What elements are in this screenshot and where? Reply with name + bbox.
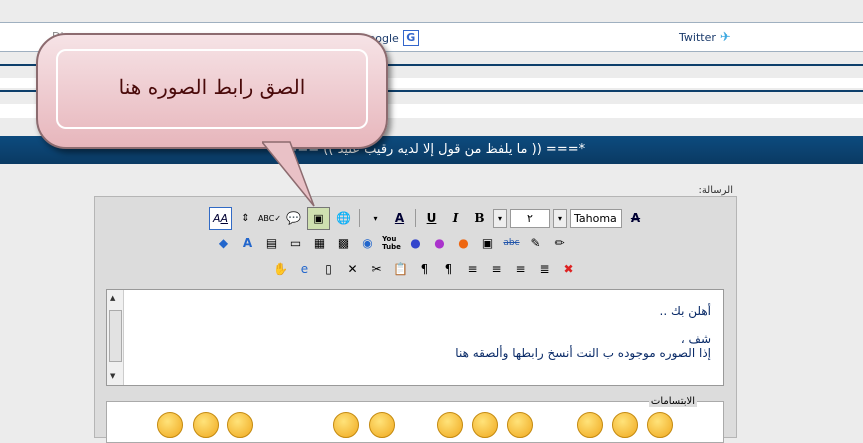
flash-purple-icon[interactable]: ●	[429, 233, 450, 254]
google-icon: G	[402, 30, 419, 46]
toolbar-row-1: AA ⇕ ABC✓ 💬 ▣ 🌐 ▾ A U I B ▾ ٢ ▾ Tahoma A	[209, 206, 646, 230]
align-center-icon[interactable]: ≡	[486, 259, 507, 280]
smiley-icon[interactable]	[157, 412, 183, 438]
flash-orange-icon[interactable]: ●	[453, 233, 474, 254]
toolbar-separator	[359, 209, 360, 227]
toolbar-separator	[415, 209, 416, 227]
rtl-icon[interactable]: ¶	[438, 259, 459, 280]
flash-blue-icon[interactable]: ●	[405, 233, 426, 254]
youtube-icon[interactable]: You Tube	[381, 233, 402, 254]
cut-icon[interactable]: ✂	[366, 259, 387, 280]
message-text: أهلن بك .. شف ، إذا الصوره موجوده ب النت…	[455, 304, 711, 360]
media-icon[interactable]: ▩	[333, 233, 354, 254]
scroll-up-icon[interactable]: ▲	[110, 294, 115, 302]
twitter-icon: ✈	[719, 30, 731, 45]
smiley-icon[interactable]	[193, 412, 219, 438]
strikethrough-icon[interactable]: abc	[501, 233, 522, 254]
smiley-icon[interactable]	[472, 412, 498, 438]
unlink-icon[interactable]: ✕	[342, 259, 363, 280]
smiley-icon[interactable]	[369, 412, 395, 438]
smilies-label: الابتسامات	[648, 396, 697, 407]
textarea-scrollbar[interactable]: ▲ ▼	[107, 290, 124, 385]
toolbar-row-2: ◆ A ▤ ▭ ▦ ▩ ◉ You Tube ● ● ● ▣ abc ✎ ✏	[213, 232, 570, 254]
bold-icon[interactable]: B	[469, 208, 490, 229]
message-line: شف ،	[680, 332, 711, 346]
smiley-icon[interactable]	[507, 412, 533, 438]
smiley-icon[interactable]	[577, 412, 603, 438]
message-line: أهلن بك ..	[659, 304, 711, 318]
smiley-icon[interactable]	[437, 412, 463, 438]
font-dropdown-arrow[interactable]: ▾	[553, 208, 567, 228]
text-color-icon[interactable]: A	[389, 208, 410, 229]
italic-icon[interactable]: I	[445, 208, 466, 229]
web-link-icon[interactable]: e	[294, 259, 315, 280]
code-icon[interactable]: ▤	[261, 233, 282, 254]
html-icon[interactable]: ▭	[285, 233, 306, 254]
message-textarea[interactable]: ▲ ▼ أهلن بك .. شف ، إذا الصوره موجوده ب …	[106, 289, 724, 386]
font-select[interactable]: Tahoma	[570, 208, 622, 228]
smilies-box: الابتسامات	[106, 396, 724, 443]
smiley-icon[interactable]	[333, 412, 359, 438]
size-select[interactable]: ٢	[510, 208, 550, 228]
smiley-icon[interactable]	[647, 412, 673, 438]
scroll-thumb[interactable]	[109, 310, 122, 362]
picture-frame-icon[interactable]: ▣	[477, 233, 498, 254]
message-editor: AA ⇕ ABC✓ 💬 ▣ 🌐 ▾ A U I B ▾ ٢ ▾ Tahoma A…	[94, 196, 737, 443]
paste-icon[interactable]: 📋	[390, 259, 411, 280]
edit-icon[interactable]: ✏	[549, 233, 570, 254]
align-right-icon[interactable]: ≡	[510, 259, 531, 280]
switch-mode-button[interactable]: AA	[209, 206, 232, 230]
hand-icon[interactable]: ✋	[270, 259, 291, 280]
attach-page-icon[interactable]: ▯	[318, 259, 339, 280]
share-twitter[interactable]: Twitter ✈	[679, 30, 731, 45]
ltr-icon[interactable]: ¶	[414, 259, 435, 280]
message-label: الرسالة:	[698, 185, 733, 196]
size-dropdown-arrow[interactable]: ▾	[493, 208, 507, 228]
insert-link-icon[interactable]: 🌐	[333, 208, 354, 229]
delete-icon[interactable]: ✖	[558, 259, 579, 280]
quote-icon[interactable]: 💬	[283, 208, 304, 229]
smiley-icon[interactable]	[227, 412, 253, 438]
scroll-down-icon[interactable]: ▼	[110, 372, 115, 380]
underline-icon[interactable]: U	[421, 208, 442, 229]
font-size-icon[interactable]: A	[237, 233, 258, 254]
callout-text: الصق رابط الصوره هنا	[118, 75, 306, 99]
twitter-label: Twitter	[679, 31, 716, 44]
remove-format-icon[interactable]: A	[625, 208, 646, 229]
color-dropdown-icon[interactable]: ▾	[365, 208, 386, 229]
toolbar-row-3: ✋ e ▯ ✕ ✂ 📋 ¶ ¶ ≡ ≡ ≡ ≣ ✖	[270, 258, 579, 280]
justify-icon[interactable]: ≣	[534, 259, 555, 280]
signature-icon[interactable]: ✎	[525, 233, 546, 254]
table-icon[interactable]: ▦	[309, 233, 330, 254]
resize-icon[interactable]: ⇕	[235, 208, 256, 229]
smiley-icon[interactable]	[612, 412, 638, 438]
highlight-icon[interactable]: ◆	[213, 233, 234, 254]
chat-icon[interactable]: ◉	[357, 233, 378, 254]
message-line: إذا الصوره موجوده ب النت أنسخ رابطها وأل…	[455, 346, 711, 360]
callout-bubble: الصق رابط الصوره هنا	[36, 33, 388, 149]
callout-pointer	[262, 141, 315, 207]
spellcheck-icon[interactable]: ABC✓	[258, 208, 281, 229]
align-left-icon[interactable]: ≡	[462, 259, 483, 280]
